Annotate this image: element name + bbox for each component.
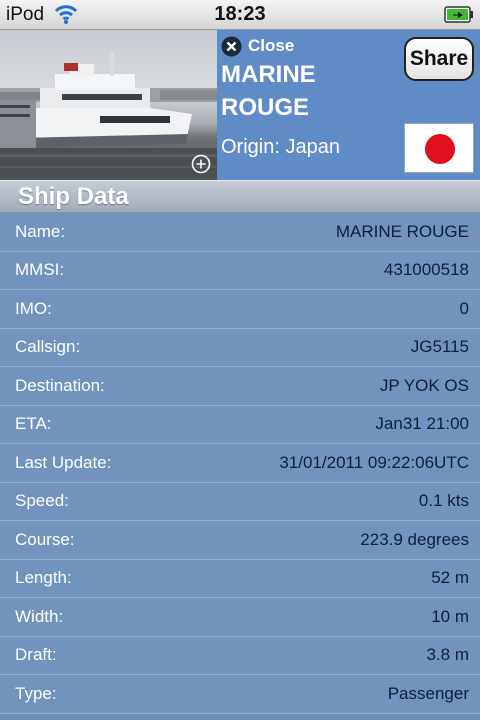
close-button[interactable]: Close xyxy=(221,35,294,57)
row-value: MARINE ROUGE xyxy=(335,221,469,241)
ship-data-list: Name: MARINE ROUGE MMSI: 431000518 IMO: 0 C… xyxy=(0,213,480,714)
ship-info-panel: Close MARINE ROUGE Origin: Japan Share xyxy=(217,30,480,180)
japan-flag-icon xyxy=(404,123,474,173)
row-label: IMO: xyxy=(15,298,52,318)
flag-disc xyxy=(425,134,455,164)
table-row: Destination: JP YOK OS xyxy=(0,367,480,406)
close-label: Close xyxy=(248,36,295,55)
row-value: Jan31 21:00 xyxy=(375,414,469,434)
table-row: Course: 223.9 degrees xyxy=(0,521,480,560)
row-value: 31/01/2011 09:22:06UTC xyxy=(279,452,469,472)
table-row: Length: 52 m xyxy=(0,559,480,598)
row-value: 10 m xyxy=(431,606,469,626)
ship-photo[interactable] xyxy=(0,30,217,180)
row-value: 52 m xyxy=(431,568,469,588)
row-label: Callsign: xyxy=(15,337,81,357)
row-label: Name: xyxy=(15,221,66,241)
battery-icon xyxy=(444,6,473,23)
table-row: IMO: 0 xyxy=(0,290,480,329)
row-label: Type: xyxy=(15,683,57,703)
row-value: 0.1 kts xyxy=(418,491,469,511)
table-row: Last Update: 31/01/2011 09:22:06UTC xyxy=(0,444,480,483)
share-button[interactable]: Share xyxy=(404,37,474,81)
ship-image xyxy=(0,52,217,180)
table-row: ETA: Jan31 21:00 xyxy=(0,405,480,444)
table-row: Draft: 3.8 m xyxy=(0,636,480,675)
section-title: Ship Data xyxy=(18,183,129,210)
table-row: Speed: 0.1 kts xyxy=(0,482,480,521)
row-value: JG5115 xyxy=(410,337,469,357)
close-icon xyxy=(221,36,242,56)
table-row: MMSI: 431000518 xyxy=(0,251,480,290)
row-label: Speed: xyxy=(15,491,69,511)
status-bar: iPod 18:23 xyxy=(0,0,480,30)
table-row: Callsign: JG5115 xyxy=(0,328,480,367)
row-value: 223.9 degrees xyxy=(360,529,469,549)
clock: 18:23 xyxy=(214,3,266,25)
row-value: 3.8 m xyxy=(426,645,469,665)
row-label: Length: xyxy=(15,568,72,588)
row-label: ETA: xyxy=(15,414,52,434)
table-row: Type: Passenger xyxy=(0,675,480,714)
row-value: JP YOK OS xyxy=(379,375,469,395)
zoom-in-icon[interactable] xyxy=(191,154,211,174)
row-label: Last Update: xyxy=(15,452,112,472)
row-value: Passenger xyxy=(387,683,469,703)
table-row: Width: 10 m xyxy=(0,598,480,637)
table-row: Name: MARINE ROUGE xyxy=(0,213,480,252)
row-label: MMSI: xyxy=(15,260,65,280)
row-value: 431000518 xyxy=(383,260,469,280)
row-label: Destination: xyxy=(15,375,105,395)
row-label: Width: xyxy=(15,606,64,626)
origin-label: Origin: Japan xyxy=(221,136,340,158)
section-header: Ship Data xyxy=(0,180,480,213)
row-label: Draft: xyxy=(15,645,57,665)
row-label: Course: xyxy=(15,529,75,549)
row-value: 0 xyxy=(459,298,469,318)
ship-name: MARINE ROUGE xyxy=(221,61,316,121)
ship-header: Close MARINE ROUGE Origin: Japan Share xyxy=(0,30,480,180)
